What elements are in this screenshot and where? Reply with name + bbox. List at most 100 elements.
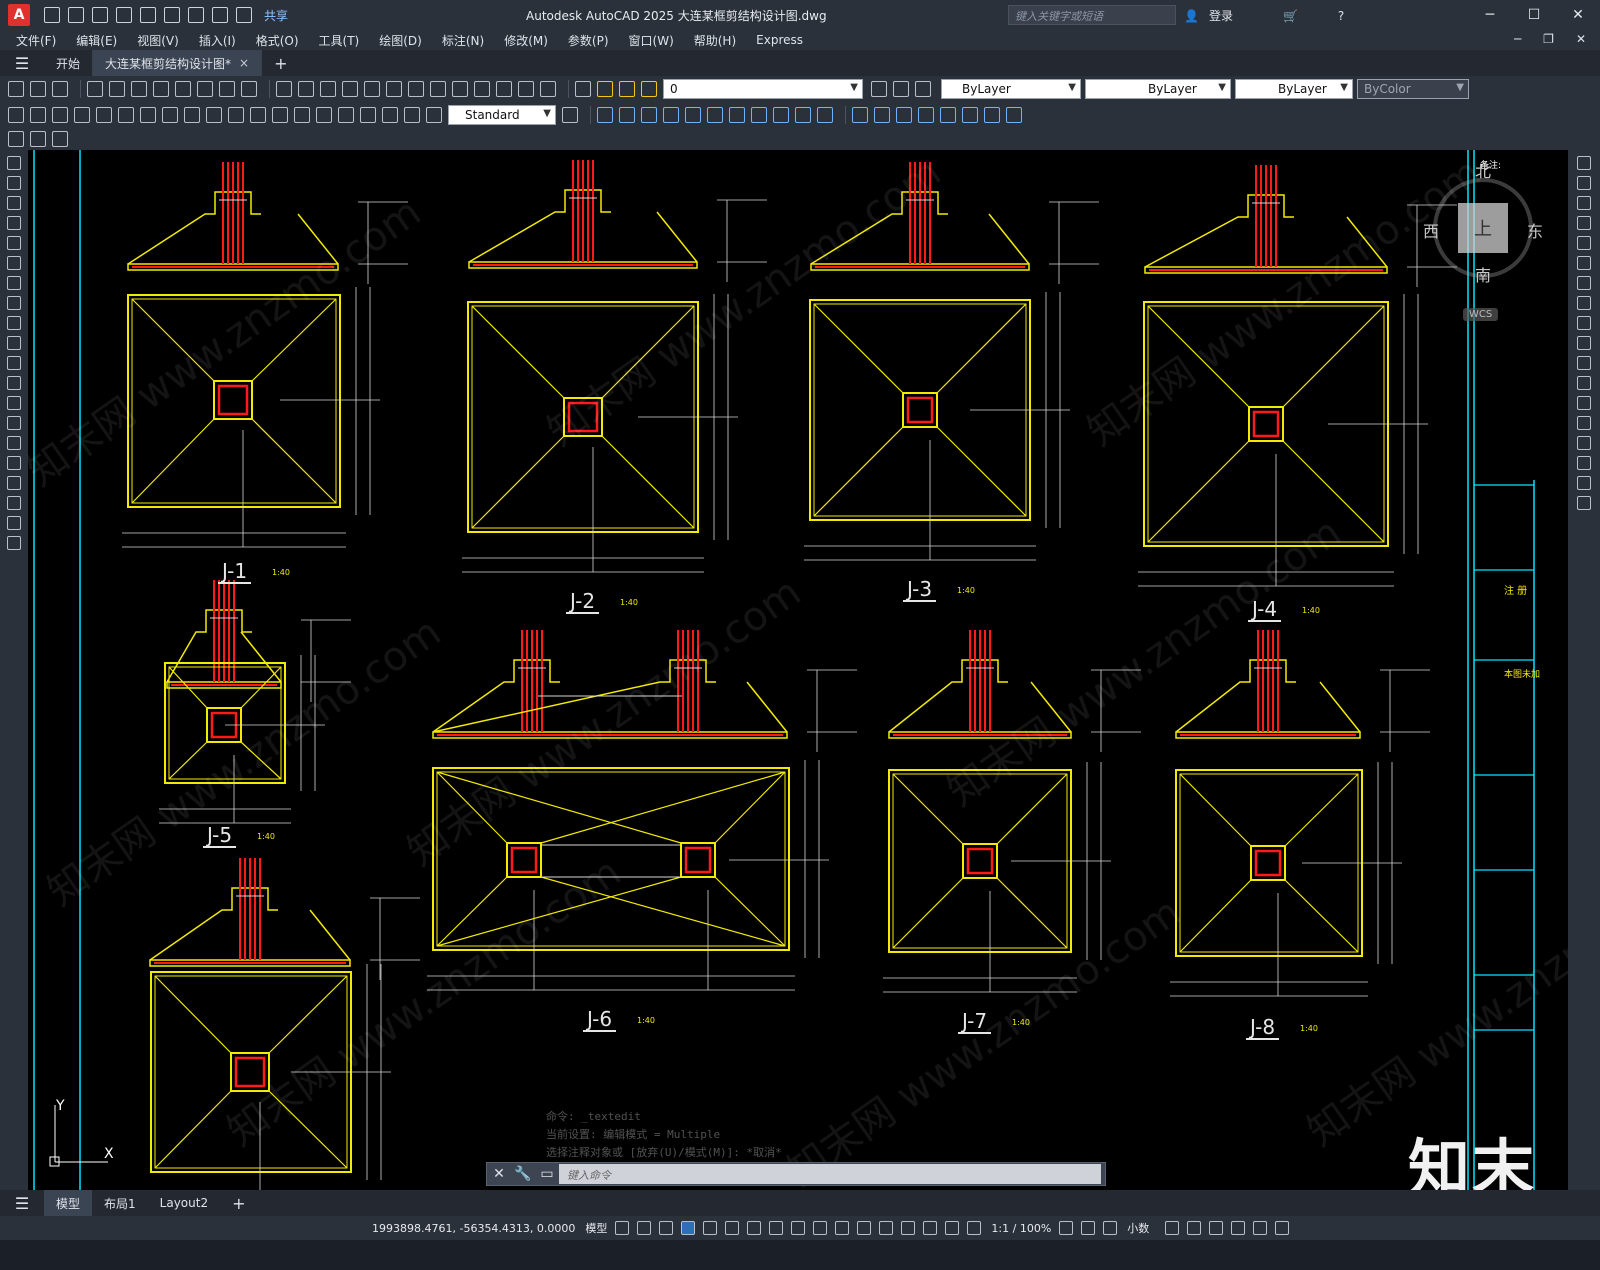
hatch-icon[interactable] xyxy=(7,436,21,450)
tolerance-icon[interactable] xyxy=(294,107,310,123)
markup-icon[interactable] xyxy=(496,81,512,97)
grid-icon[interactable] xyxy=(615,1221,630,1235)
undo-icon[interactable] xyxy=(212,7,228,23)
preview-icon[interactable] xyxy=(109,81,125,97)
insert-block-icon[interactable] xyxy=(7,376,21,390)
command-input[interactable]: 键入命令 xyxy=(559,1164,1101,1184)
modify-4-icon[interactable] xyxy=(663,107,679,123)
design-center-icon[interactable] xyxy=(430,81,446,97)
viewcube[interactable]: 上 北 南 东 西 WCS xyxy=(1413,158,1553,328)
break-icon[interactable] xyxy=(272,107,288,123)
model-space-button[interactable]: 模型 xyxy=(585,1220,607,1236)
units-icon[interactable] xyxy=(1103,1221,1118,1235)
move-icon[interactable] xyxy=(1577,256,1591,270)
menu-modify[interactable]: 修改(M) xyxy=(504,32,548,49)
arc-icon[interactable] xyxy=(7,256,21,270)
ordinate-icon[interactable] xyxy=(74,107,90,123)
doc-minimize-icon[interactable]: ─ xyxy=(1514,32,1521,46)
layout-menu-icon[interactable]: ☰ xyxy=(0,1194,44,1213)
tab-model[interactable]: 模型 xyxy=(44,1190,93,1216)
gradient-icon[interactable] xyxy=(7,456,21,470)
modify-7-icon[interactable] xyxy=(729,107,745,123)
hardware-accel-icon[interactable] xyxy=(1231,1221,1246,1235)
object-snap-tracking-icon[interactable] xyxy=(747,1221,762,1235)
ellipse-arc-icon[interactable] xyxy=(7,356,21,370)
layer-select[interactable]: 0 ▼ xyxy=(663,79,863,99)
make-current-icon[interactable] xyxy=(871,81,887,97)
color-select[interactable]: ByLayer ▼ xyxy=(941,79,1081,99)
inspect-icon[interactable] xyxy=(338,107,354,123)
save-as-icon[interactable] xyxy=(116,7,132,23)
spline-icon[interactable] xyxy=(7,316,21,330)
web-open-icon[interactable] xyxy=(140,7,156,23)
3d-osnap-icon[interactable] xyxy=(857,1221,872,1235)
viewcube-east[interactable]: 东 xyxy=(1527,218,1543,242)
solid-3-icon[interactable] xyxy=(896,107,912,123)
redo-icon[interactable] xyxy=(236,7,252,23)
modify-10-icon[interactable] xyxy=(795,107,811,123)
menu-draw[interactable]: 绘图(D) xyxy=(379,32,422,49)
continue-icon[interactable] xyxy=(228,107,244,123)
solid-5-icon[interactable] xyxy=(940,107,956,123)
snap-icon[interactable] xyxy=(637,1221,652,1235)
quick-properties-icon[interactable] xyxy=(1165,1221,1180,1235)
dimstyle-icon[interactable] xyxy=(562,107,578,123)
modify-11-icon[interactable] xyxy=(817,107,833,123)
cart-icon[interactable]: 🛒 xyxy=(1283,9,1298,23)
open-icon[interactable] xyxy=(68,7,84,23)
ellipse-icon[interactable] xyxy=(7,336,21,350)
angular-icon[interactable] xyxy=(162,107,178,123)
center-mark-icon[interactable] xyxy=(316,107,332,123)
tab-layout1[interactable]: 布局1 xyxy=(92,1190,148,1216)
coordinates-readout[interactable]: 1993898.4761, -56354.4313, 0.0000 xyxy=(372,1222,575,1235)
close-icon[interactable]: ✕ xyxy=(1556,0,1600,30)
solid-6-icon[interactable] xyxy=(962,107,978,123)
menu-file[interactable]: 文件(F) xyxy=(16,32,56,49)
solid-1-icon[interactable] xyxy=(852,107,868,123)
web-save-icon[interactable] xyxy=(164,7,180,23)
aligned-dim-icon[interactable] xyxy=(30,107,46,123)
annotation-monitor-icon[interactable] xyxy=(1081,1221,1096,1235)
calculator-icon[interactable] xyxy=(518,81,534,97)
minimize-icon[interactable]: ─ xyxy=(1468,0,1512,30)
login-button[interactable]: 登录 xyxy=(1209,7,1233,24)
menu-edit[interactable]: 编辑(E) xyxy=(76,32,117,49)
lock-ui-icon[interactable] xyxy=(1187,1221,1202,1235)
quick-dim-icon[interactable] xyxy=(184,107,200,123)
save-icon[interactable] xyxy=(92,7,108,23)
drawing-canvas[interactable]: Y X J-1 1:40 J-2 1:40 J-3 1:40 J-4 1:40 J-5 1:40 J… xyxy=(28,150,1568,1190)
properties-icon[interactable] xyxy=(408,81,424,97)
polar-icon[interactable] xyxy=(703,1221,718,1235)
open-icon[interactable] xyxy=(30,81,46,97)
revcloud-icon[interactable] xyxy=(7,296,21,310)
close-command-icon[interactable]: ✕ xyxy=(487,1166,511,1182)
attr-manager-icon[interactable] xyxy=(52,131,68,147)
zoom-previous-icon[interactable] xyxy=(386,81,402,97)
new-icon[interactable] xyxy=(8,81,24,97)
jogged-linear-icon[interactable] xyxy=(360,107,376,123)
redo-icon[interactable] xyxy=(298,81,314,97)
chamfer-icon[interactable] xyxy=(1577,436,1591,450)
add-selected-icon[interactable] xyxy=(7,536,21,550)
app-logo-icon[interactable]: A xyxy=(8,4,30,26)
isodraft-icon[interactable] xyxy=(725,1221,740,1235)
help-icon[interactable]: ? xyxy=(1338,9,1344,23)
arc-length-icon[interactable] xyxy=(52,107,68,123)
edit-text-icon[interactable] xyxy=(404,107,420,123)
modify-2-icon[interactable] xyxy=(619,107,635,123)
break-icon[interactable] xyxy=(1577,396,1591,410)
undo-icon[interactable] xyxy=(276,81,292,97)
modify-8-icon[interactable] xyxy=(751,107,767,123)
scale-icon[interactable] xyxy=(1577,296,1591,310)
plot-icon[interactable] xyxy=(87,81,103,97)
zoom-window-icon[interactable] xyxy=(364,81,380,97)
new-tab-icon[interactable]: + xyxy=(274,54,287,73)
explode-icon[interactable] xyxy=(1577,496,1591,510)
annotation-visibility-icon[interactable] xyxy=(945,1221,960,1235)
tab-layout2[interactable]: Layout2 xyxy=(148,1190,220,1216)
lineweight-select[interactable]: ByLayer ▼ xyxy=(1235,79,1353,99)
rotate-icon[interactable] xyxy=(1577,276,1591,290)
make-block-icon[interactable] xyxy=(7,396,21,410)
menu-parametric[interactable]: 参数(P) xyxy=(568,32,609,49)
menu-view[interactable]: 视图(V) xyxy=(137,32,179,49)
